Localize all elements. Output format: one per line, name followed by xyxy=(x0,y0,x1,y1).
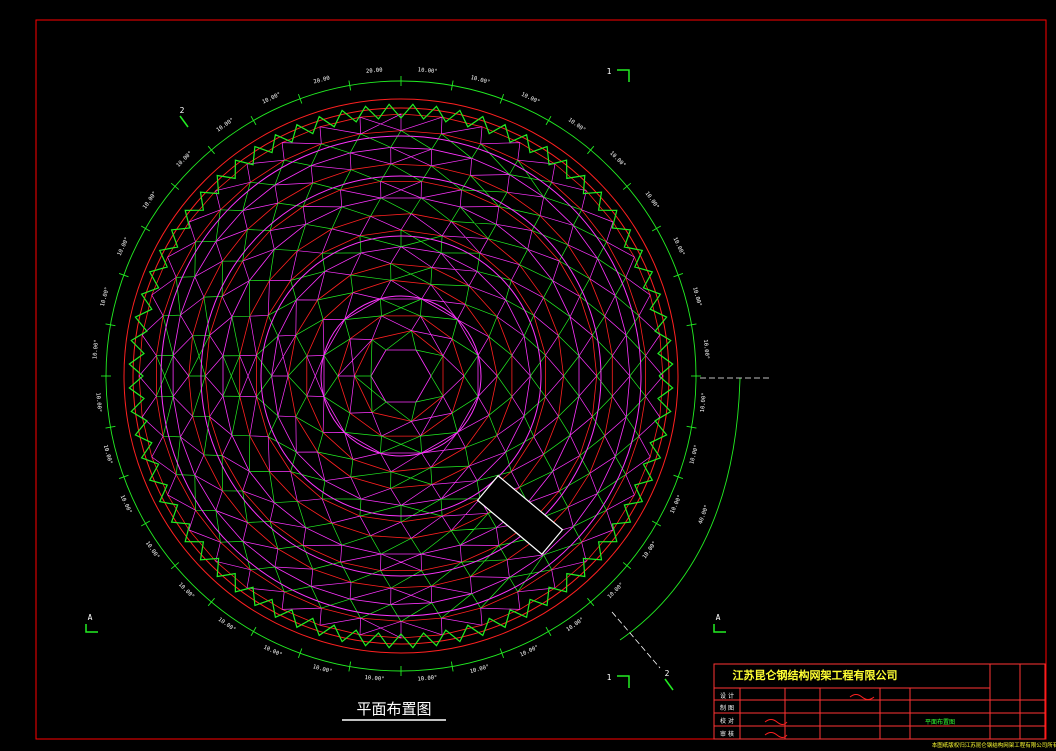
section-marker-label: A xyxy=(716,613,721,622)
title-block-footer-note: 本图纸版权归江苏昆仑钢结构网架工程有限公司所有 xyxy=(932,741,1056,749)
title-block-row-design: 设 计 xyxy=(720,692,734,700)
title-block-sheet-name: 平面布置图 xyxy=(925,718,955,726)
cad-drawing-canvas: 10.00°10.00°10.00°10.00°10.00°10.00°10.0… xyxy=(0,0,1056,751)
section-marker-label: 2 xyxy=(665,669,670,678)
company-name: 江苏昆仑钢结构网架工程有限公司 xyxy=(733,668,898,682)
title-block-row-review: 审 核 xyxy=(720,730,734,738)
drawing-title: 平面布置图 xyxy=(356,700,431,718)
section-marker-label: 1 xyxy=(607,67,612,76)
section-marker-label: 1 xyxy=(607,673,612,682)
title-block-row-check: 校 对 xyxy=(720,717,734,725)
section-marker-label: 2 xyxy=(180,106,185,115)
title-block-row-drawn: 制 图 xyxy=(720,704,734,712)
section-marker-label: A xyxy=(88,613,93,622)
